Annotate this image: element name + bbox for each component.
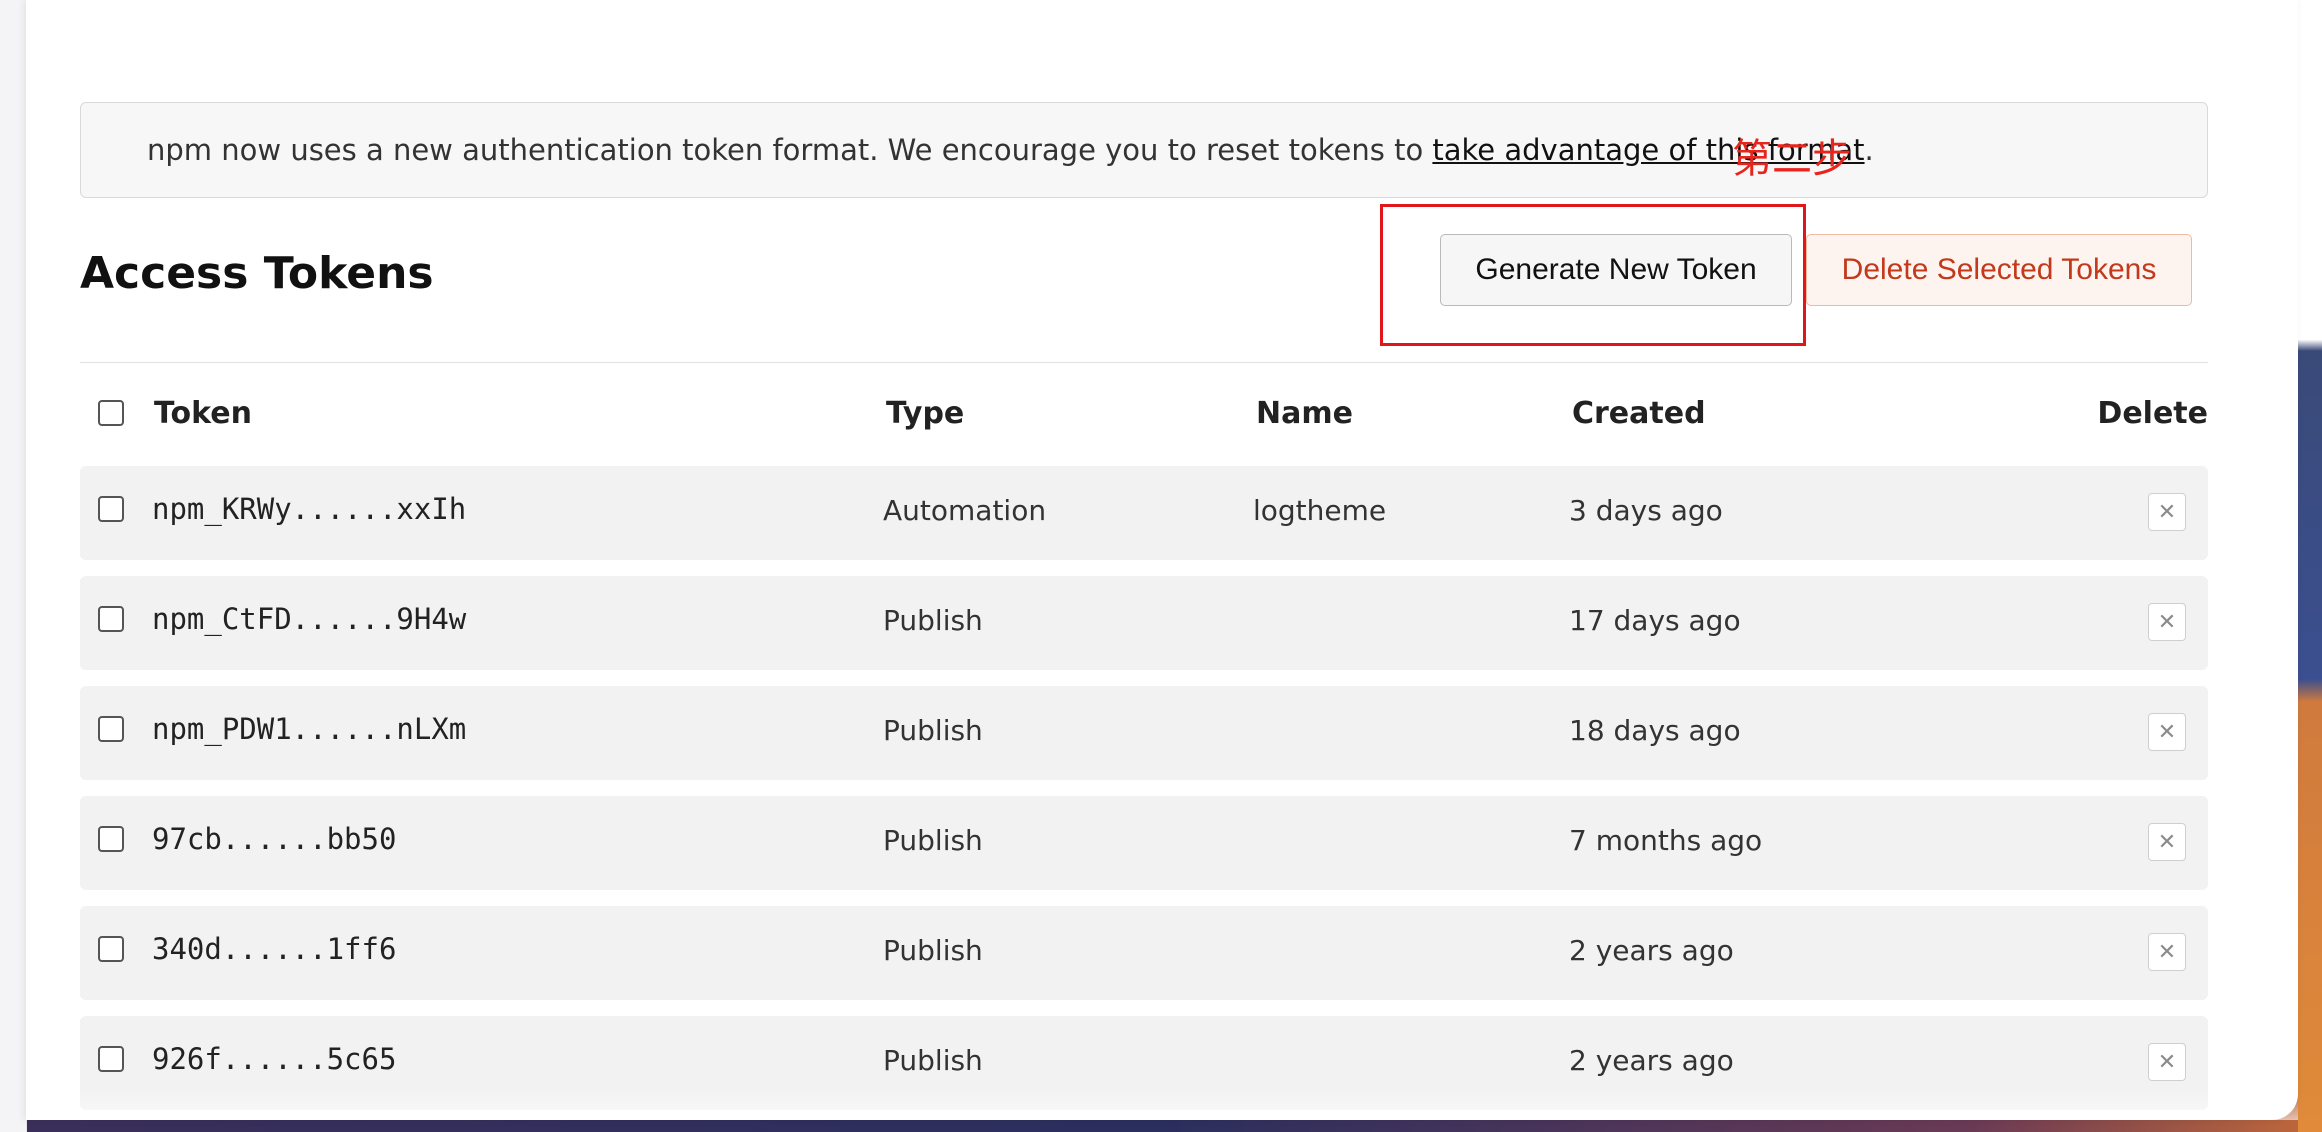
close-icon: ✕ <box>2157 939 2177 965</box>
row-checkbox[interactable] <box>98 936 124 962</box>
table-row: npm_PDW1......nLXm Publish 18 days ago ✕ <box>80 686 2208 780</box>
banner-suffix: . <box>1864 133 1874 167</box>
close-icon: ✕ <box>2157 719 2177 745</box>
column-header-delete: Delete <box>2097 396 2208 431</box>
delete-token-button[interactable]: ✕ <box>2148 493 2186 531</box>
table-row: npm_KRWy......xxIh Automation logtheme 3… <box>80 466 2208 560</box>
row-checkbox[interactable] <box>98 826 124 852</box>
column-header-name: Name <box>1256 396 1353 431</box>
delete-token-button[interactable]: ✕ <box>2148 933 2186 971</box>
column-header-type: Type <box>886 396 965 431</box>
row-checkbox[interactable] <box>98 496 124 522</box>
token-type: Publish <box>883 604 983 637</box>
token-value: 340d......1ff6 <box>152 932 397 966</box>
token-type: Publish <box>883 934 983 967</box>
close-icon: ✕ <box>2157 1049 2177 1075</box>
close-icon: ✕ <box>2157 829 2177 855</box>
delete-selected-tokens-button[interactable]: Delete Selected Tokens <box>1806 234 2192 306</box>
delete-token-button[interactable]: ✕ <box>2148 713 2186 751</box>
step-annotation-label: 第二步 <box>1732 136 1852 182</box>
column-header-token: Token <box>154 396 252 431</box>
token-value: npm_CtFD......9H4w <box>152 602 467 636</box>
banner-text: npm now uses a new authentication token … <box>147 133 1433 167</box>
token-value: npm_KRWy......xxIh <box>152 492 467 526</box>
section-divider <box>80 362 2208 363</box>
token-type: Publish <box>883 714 983 747</box>
generate-new-token-button[interactable]: Generate New Token <box>1440 234 1792 306</box>
token-name: logtheme <box>1253 494 1387 527</box>
table-header: Token Type Name Created Delete <box>80 382 2208 448</box>
token-type: Publish <box>883 1044 983 1077</box>
token-created: 18 days ago <box>1569 714 1741 747</box>
token-created: 17 days ago <box>1569 604 1741 637</box>
row-checkbox[interactable] <box>98 716 124 742</box>
token-value: 97cb......bb50 <box>152 822 397 856</box>
table-row: npm_CtFD......9H4w Publish 17 days ago ✕ <box>80 576 2208 670</box>
token-format-banner: npm now uses a new authentication token … <box>80 102 2208 198</box>
delete-token-button[interactable]: ✕ <box>2148 823 2186 861</box>
token-created: 2 years ago <box>1569 1044 1734 1077</box>
token-created: 2 years ago <box>1569 934 1734 967</box>
table-row: 97cb......bb50 Publish 7 months ago ✕ <box>80 796 2208 890</box>
desktop-wallpaper-edge <box>2298 0 2322 1132</box>
token-value: 926f......5c65 <box>152 1042 397 1076</box>
table-row: 926f......5c65 Publish 2 years ago ✕ <box>80 1016 2208 1110</box>
close-icon: ✕ <box>2157 499 2177 525</box>
token-created: 7 months ago <box>1569 824 1763 857</box>
delete-token-button[interactable]: ✕ <box>2148 1043 2186 1081</box>
token-type: Publish <box>883 824 983 857</box>
token-value: npm_PDW1......nLXm <box>152 712 467 746</box>
column-header-created: Created <box>1572 396 1706 431</box>
close-icon: ✕ <box>2157 609 2177 635</box>
page-title: Access Tokens <box>80 248 434 299</box>
delete-token-button[interactable]: ✕ <box>2148 603 2186 641</box>
select-all-checkbox[interactable] <box>98 400 124 426</box>
row-checkbox[interactable] <box>98 606 124 632</box>
token-created: 3 days ago <box>1569 494 1723 527</box>
table-row: 340d......1ff6 Publish 2 years ago ✕ <box>80 906 2208 1000</box>
token-list: npm_KRWy......xxIh Automation logtheme 3… <box>80 466 2208 1126</box>
token-type: Automation <box>883 494 1047 527</box>
row-checkbox[interactable] <box>98 1046 124 1072</box>
banner-message: npm now uses a new authentication token … <box>147 133 1874 167</box>
window-left-edge <box>0 0 27 1132</box>
